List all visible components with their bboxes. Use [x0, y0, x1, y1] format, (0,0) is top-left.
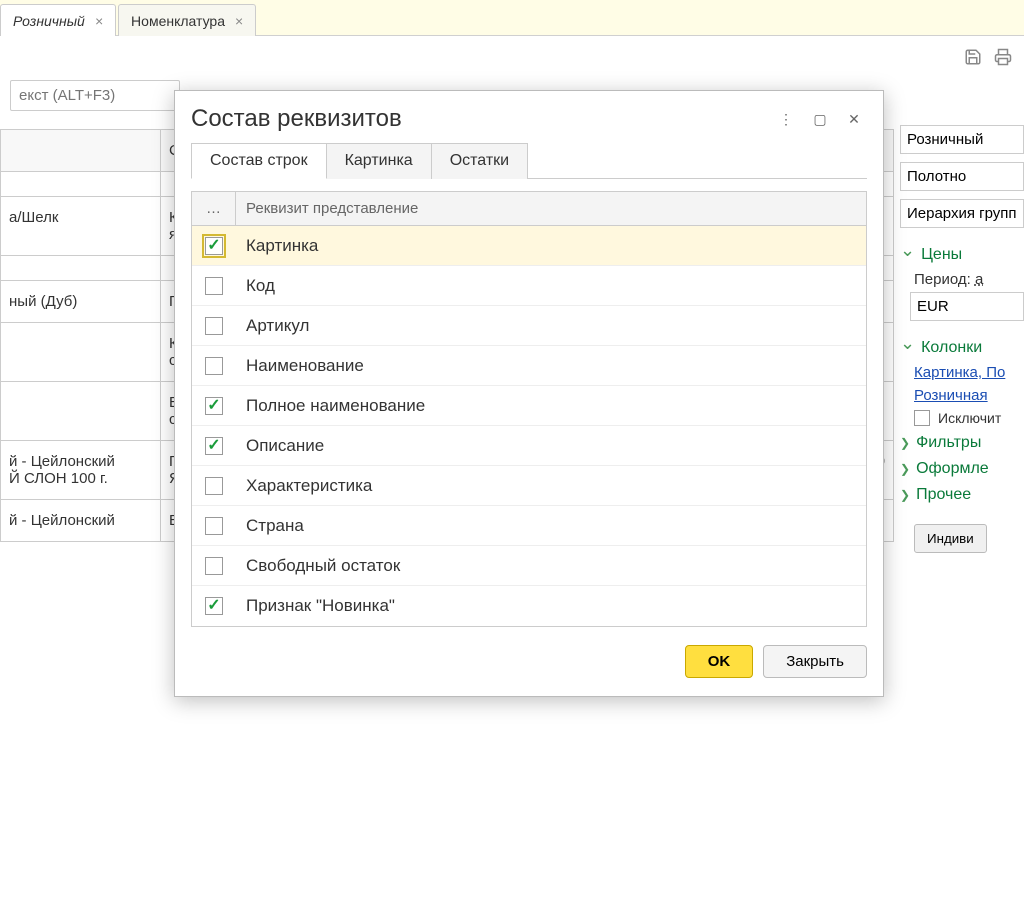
close-button[interactable]: Закрыть	[763, 645, 867, 678]
list-row[interactable]: Признак "Новинка"	[192, 586, 866, 626]
chevron-down-icon	[900, 337, 915, 358]
dialog-attributes: Состав реквизитов ⋮ ▢ ✕ Состав строк Кар…	[174, 90, 884, 697]
exclude-label: Исключит	[938, 410, 1001, 426]
close-icon[interactable]: ×	[235, 13, 243, 29]
tab-retail[interactable]: Розничный ×	[0, 4, 116, 36]
checkbox-icon[interactable]	[914, 410, 930, 426]
table-cell: ный (Дуб)	[1, 281, 161, 323]
list-row[interactable]: Полное наименование	[192, 386, 866, 426]
section-design[interactable]: Оформле	[900, 460, 1024, 478]
header-label[interactable]: Реквизит представление	[236, 192, 428, 225]
list-item-label: Картинка	[236, 236, 866, 256]
tab-nomenclature[interactable]: Номенклатура ×	[118, 4, 256, 36]
list-item-label: Страна	[236, 516, 866, 536]
toolbar	[0, 36, 1024, 72]
section-label: Фильтры	[916, 434, 981, 452]
profile-select[interactable]	[900, 125, 1024, 154]
section-label: Прочее	[916, 486, 971, 504]
checkbox-icon[interactable]	[205, 317, 223, 335]
dialog-tabs: Состав строк Картинка Остатки	[175, 143, 883, 179]
section-filters[interactable]: Фильтры	[900, 434, 1024, 452]
list-item-label: Артикул	[236, 316, 866, 336]
checkbox-icon[interactable]	[205, 517, 223, 535]
list-row[interactable]: Наименование	[192, 346, 866, 386]
layout-select[interactable]	[900, 162, 1024, 191]
table-cell: й - Цейлонский Й СЛОН 100 г.	[1, 441, 161, 500]
dialog-footer: OK Закрыть	[175, 631, 883, 696]
dialog-header: Состав реквизитов ⋮ ▢ ✕	[175, 91, 883, 143]
chevron-down-icon	[900, 244, 915, 265]
header-check[interactable]: …	[192, 192, 236, 225]
list-row[interactable]: Артикул	[192, 306, 866, 346]
section-label: Оформле	[916, 460, 989, 478]
columns-link-1[interactable]: Картинка, По	[914, 364, 1024, 381]
table-cell: й - Цейлонский	[1, 500, 161, 542]
close-icon[interactable]: ✕	[841, 106, 867, 132]
dialog-title: Состав реквизитов	[191, 105, 765, 133]
close-icon[interactable]: ×	[95, 13, 103, 29]
tab-label: Номенклатура	[131, 13, 225, 29]
chevron-right-icon	[900, 488, 910, 502]
checkbox-icon[interactable]	[205, 277, 223, 295]
section-label: Колонки	[921, 339, 982, 357]
chevron-right-icon	[900, 462, 910, 476]
list-item-label: Код	[236, 276, 866, 296]
attributes-list: … Реквизит представление Картинка Код Арти…	[191, 191, 867, 627]
right-panel: Цены Период: a Колонки Картинка, По Розн…	[894, 119, 1024, 553]
checkbox-icon[interactable]	[205, 477, 223, 495]
maximize-icon[interactable]: ▢	[807, 106, 833, 132]
print-icon[interactable]	[992, 46, 1014, 68]
period-link[interactable]: a	[975, 271, 983, 288]
dialog-tab-image[interactable]: Картинка	[326, 143, 432, 179]
list-header: … Реквизит представление	[192, 192, 866, 226]
list-item-label: Свободный остаток	[236, 556, 866, 576]
chevron-right-icon	[900, 436, 910, 450]
list-row[interactable]: Описание	[192, 426, 866, 466]
section-columns[interactable]: Колонки	[900, 337, 1024, 358]
list-item-label: Признак "Новинка"	[236, 596, 866, 616]
list-row[interactable]: Код	[192, 266, 866, 306]
list-item-label: Описание	[236, 436, 866, 456]
list-item-label: Характеристика	[236, 476, 866, 496]
tab-label: Розничный	[13, 13, 85, 29]
table-cell: а/Шелк	[1, 197, 161, 256]
top-tab-bar: Розничный × Номенклатура ×	[0, 0, 1024, 36]
ok-button[interactable]: OK	[685, 645, 754, 678]
dialog-tab-stock[interactable]: Остатки	[431, 143, 528, 179]
list-row[interactable]: Свободный остаток	[192, 546, 866, 586]
section-prices[interactable]: Цены	[900, 244, 1024, 265]
currency-select[interactable]	[910, 292, 1024, 321]
list-row[interactable]: Страна	[192, 506, 866, 546]
dialog-tab-rows[interactable]: Состав строк	[191, 143, 327, 179]
individual-button[interactable]: Индиви	[914, 524, 987, 553]
checkbox-icon[interactable]	[205, 557, 223, 575]
checkbox-icon[interactable]	[205, 597, 223, 615]
checkbox-icon[interactable]	[205, 437, 223, 455]
period-row: Период: a	[914, 271, 1024, 288]
checkbox-icon[interactable]	[205, 357, 223, 375]
search-input[interactable]	[10, 80, 180, 111]
checkbox-icon[interactable]	[205, 397, 223, 415]
section-other[interactable]: Прочее	[900, 486, 1024, 504]
more-icon[interactable]: ⋮	[773, 106, 799, 132]
exclude-checkbox-row[interactable]: Исключит	[914, 410, 1024, 426]
list-row[interactable]: Характеристика	[192, 466, 866, 506]
columns-link-2[interactable]: Розничная	[914, 387, 1024, 404]
save-icon[interactable]	[962, 46, 984, 68]
hierarchy-select[interactable]	[900, 199, 1024, 228]
checkbox-icon[interactable]	[205, 237, 223, 255]
list-row[interactable]: Картинка	[192, 226, 866, 266]
section-label: Цены	[921, 246, 962, 264]
list-item-label: Наименование	[236, 356, 866, 376]
list-item-label: Полное наименование	[236, 396, 866, 416]
